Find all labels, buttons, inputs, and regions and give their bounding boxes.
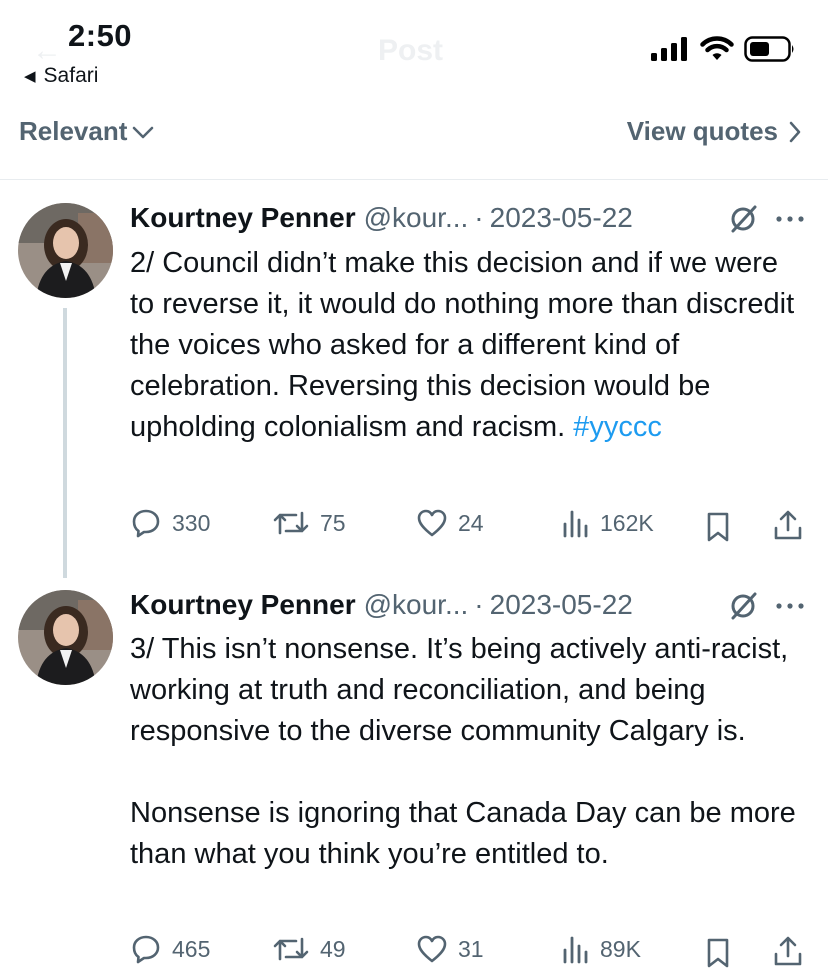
like-count: 31: [458, 935, 484, 962]
reply-icon: [132, 509, 160, 538]
wifi-icon: [700, 36, 734, 60]
like-button[interactable]: 31: [416, 929, 484, 969]
chevron-right-icon: [789, 121, 801, 142]
page-title: Post: [378, 34, 444, 67]
chevron-down-icon: [133, 126, 154, 138]
reply-count: 465: [172, 935, 211, 962]
tweet-actions: 465 49 31 89K: [130, 929, 820, 969]
sort-bar: Relevant View quotes: [0, 100, 828, 180]
battery-icon: [744, 36, 794, 62]
views-bar-chart-icon: [563, 510, 588, 538]
avatar-photo: [18, 590, 113, 685]
view-quotes-link[interactable]: View quotes: [627, 116, 802, 147]
reply-count: 330: [172, 509, 211, 536]
post-date[interactable]: 2023-05-22: [490, 202, 633, 234]
separator-dot: ·: [474, 202, 484, 233]
reply-button[interactable]: 330: [130, 503, 210, 543]
back-arrow-icon[interactable]: ←: [32, 34, 62, 68]
grok-icon[interactable]: [728, 204, 758, 234]
reply-icon: [132, 935, 160, 964]
relevant-label: Relevant: [19, 116, 128, 146]
reply-button[interactable]: 465: [130, 929, 210, 969]
author-name[interactable]: Kourtney Penner: [130, 202, 356, 234]
cellular-signal-icon: [651, 37, 687, 61]
avatar-photo: [18, 203, 113, 298]
thread-connector: [63, 308, 67, 578]
view-quotes-label: View quotes: [626, 116, 778, 146]
tweet-text-main: 2/ Council didn’t make this decision and…: [130, 247, 803, 443]
repost-count: 75: [320, 509, 346, 536]
back-to-app-link[interactable]: ◀ Safari: [24, 64, 98, 88]
clock: 2:50: [68, 18, 133, 53]
repost-button[interactable]: 49: [272, 929, 346, 969]
relevant-sort-dropdown[interactable]: Relevant: [19, 116, 155, 147]
avatar[interactable]: [18, 203, 113, 298]
view-count: 162K: [600, 509, 654, 536]
post-date[interactable]: 2023-05-22: [490, 589, 633, 621]
author-name[interactable]: Kourtney Penner: [130, 589, 356, 621]
views-bar-chart-icon: [563, 936, 588, 964]
bookmark-icon[interactable]: [704, 933, 732, 973]
view-count: 89K: [600, 935, 641, 962]
heart-icon: [417, 509, 447, 537]
hashtag-link[interactable]: #yyccc: [573, 411, 662, 443]
tweet-header: Kourtney Penner @kour... · 2023-05-22: [130, 589, 633, 621]
back-triangle-icon: ◀: [24, 68, 36, 85]
system-icons: [650, 36, 796, 62]
author-handle[interactable]: @kour...: [364, 202, 469, 234]
separator-dot: ·: [474, 589, 484, 620]
like-button[interactable]: 24: [416, 503, 484, 543]
repost-button[interactable]: 75: [272, 503, 346, 543]
grok-icon[interactable]: [728, 591, 758, 621]
tweet-actions: 330 75 24 162K: [130, 503, 820, 543]
back-app-label: Safari: [43, 64, 99, 87]
views-button[interactable]: 162K: [562, 503, 654, 543]
tweet-text: 2/ Council didn’t make this decision and…: [130, 243, 810, 448]
heart-icon: [417, 935, 447, 963]
more-options-icon[interactable]: [775, 601, 805, 611]
status-bar: ← Post 2:50 ◀ Safari: [0, 0, 828, 100]
repost-icon: [273, 511, 309, 535]
avatar[interactable]: [18, 590, 113, 685]
more-options-icon[interactable]: [775, 214, 805, 224]
repost-icon: [273, 937, 309, 961]
share-icon[interactable]: [772, 931, 804, 971]
tweet-header: Kourtney Penner @kour... · 2023-05-22: [130, 202, 633, 234]
author-handle[interactable]: @kour...: [364, 589, 469, 621]
share-icon[interactable]: [772, 505, 804, 545]
tweet-text: 3/ This isn’t nonsense. It’s being activ…: [130, 633, 796, 870]
like-count: 24: [458, 509, 484, 536]
views-button[interactable]: 89K: [562, 929, 641, 969]
repost-count: 49: [320, 935, 346, 962]
bookmark-icon[interactable]: [704, 507, 732, 547]
